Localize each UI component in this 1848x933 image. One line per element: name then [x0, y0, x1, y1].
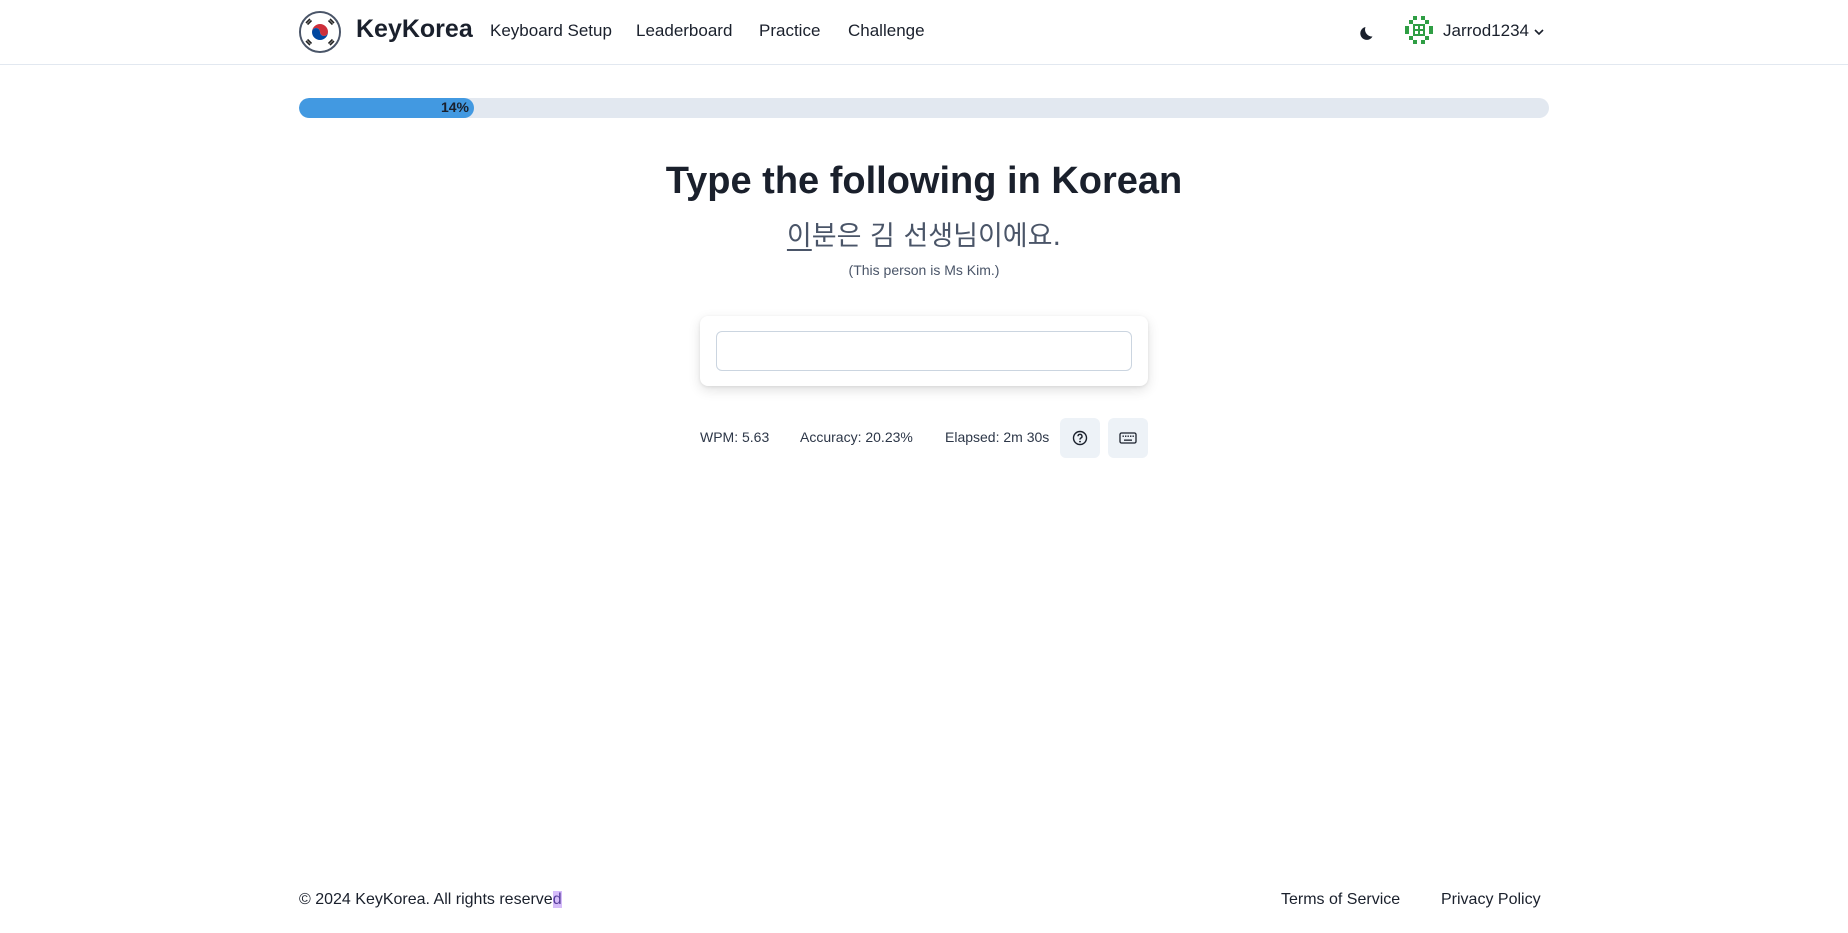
copyright-text: © 2024 KeyKorea. All rights reserved — [299, 891, 562, 909]
nav-challenge[interactable]: Challenge — [848, 21, 925, 41]
progress-bar: 14% — [299, 98, 1549, 118]
copyright-main: © 2024 KeyKorea. All rights reserve — [299, 891, 553, 908]
keyboard-icon — [1119, 432, 1137, 444]
elapsed-stat: Elapsed: 2m 30s — [945, 429, 1050, 445]
progress-label: 14% — [440, 99, 469, 115]
typing-input[interactable] — [716, 331, 1132, 371]
nav-keyboard-setup[interactable]: Keyboard Setup — [490, 21, 612, 41]
remaining-characters: 분은 김 선생님이에요. — [811, 221, 1062, 252]
question-circle-icon — [1072, 430, 1088, 446]
typing-card — [700, 316, 1148, 386]
copyright-selected: d — [552, 891, 562, 908]
accuracy-stat: Accuracy: 20.23% — [800, 429, 913, 445]
korean-prompt: 이분은 김 선생님이에요. — [0, 214, 1848, 253]
wpm-stat: WPM: 5.63 — [700, 429, 770, 445]
english-translation: (This person is Ms Kim.) — [848, 262, 1000, 278]
moon-icon[interactable] — [1356, 20, 1380, 44]
username[interactable]: Jarrod1234 — [1443, 21, 1529, 41]
keyboard-button[interactable] — [1108, 418, 1148, 458]
current-character: 이 — [786, 221, 812, 252]
identicon-avatar-icon — [1405, 16, 1433, 44]
chevron-down-icon[interactable] — [1532, 25, 1546, 39]
progress-fill: 14% — [299, 98, 474, 118]
nav-practice[interactable]: Practice — [759, 21, 820, 41]
korea-flag-icon[interactable] — [299, 11, 341, 53]
brand-name[interactable]: KeyKorea — [356, 15, 473, 44]
top-navbar: KeyKorea Keyboard Setup Leaderboard Prac… — [0, 0, 1848, 65]
exercise-heading: Type the following in Korean — [665, 160, 1183, 202]
terms-of-service-link[interactable]: Terms of Service — [1281, 891, 1400, 909]
help-button[interactable] — [1060, 418, 1100, 458]
avatar[interactable] — [1403, 14, 1435, 46]
privacy-policy-link[interactable]: Privacy Policy — [1441, 891, 1541, 909]
nav-leaderboard[interactable]: Leaderboard — [636, 21, 732, 41]
